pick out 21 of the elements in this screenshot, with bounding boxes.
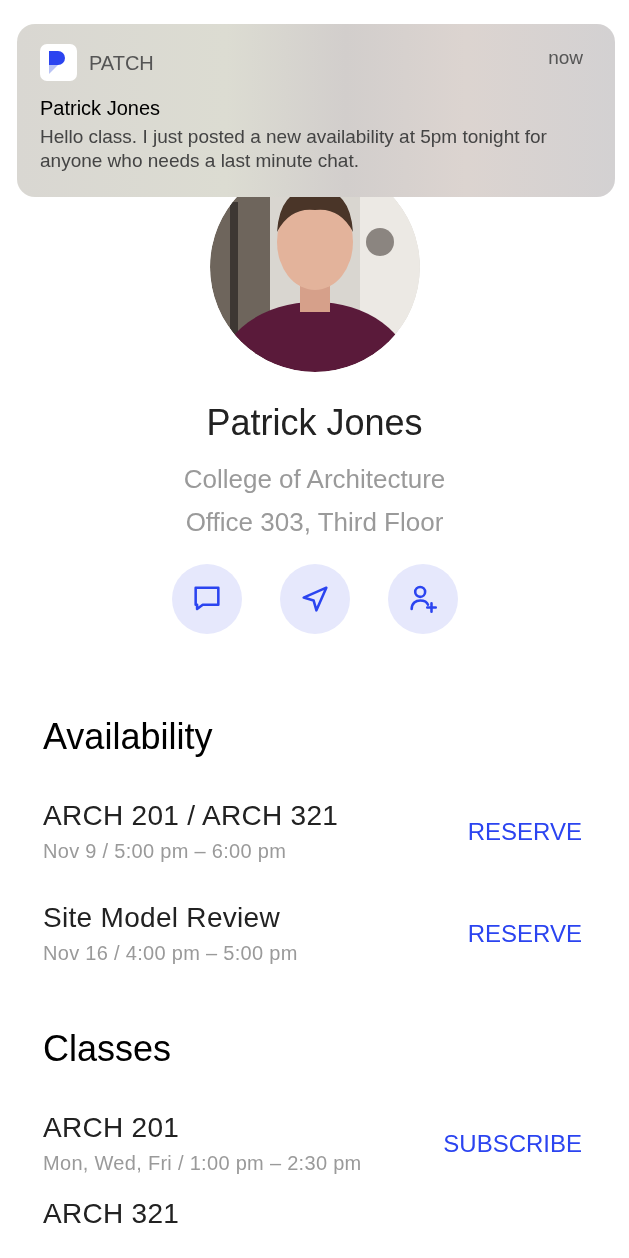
section-heading: Classes bbox=[43, 1027, 173, 1071]
subscribe-button[interactable]: SUBSCRIBE bbox=[443, 1126, 582, 1162]
notification-card[interactable]: PATCH now Patrick Jones Hello class. I just posted a new availability at 5pm tonight for anyone who needs a last minute chat. bbox=[17, 24, 615, 197]
item-schedule: Nov 16 / 4:00 pm – 5:00 pm bbox=[43, 941, 298, 966]
notification-time: now bbox=[548, 46, 583, 70]
item-title: ARCH 201 / ARCH 321 bbox=[43, 799, 339, 833]
app-name: PATCH bbox=[89, 50, 154, 76]
notification-message: Hello class. I just posted a new availability at 5pm tonight for anyone who needs a last minute chat. bbox=[40, 125, 548, 173]
reserve-button[interactable]: RESERVE bbox=[467, 814, 582, 850]
notification-sender: Patrick Jones bbox=[40, 96, 162, 121]
profile-detail: College of Architecture bbox=[183, 463, 446, 496]
profile-detail: Office 303, Third Floor bbox=[185, 506, 444, 539]
app-logo-icon bbox=[40, 44, 77, 81]
item-schedule: Nov 9 / 5:00 pm – 6:00 pm bbox=[43, 839, 288, 864]
item-title: ARCH 321 bbox=[43, 1197, 180, 1231]
item-schedule: Mon, Wed, Fri / 1:00 pm – 2:30 pm bbox=[43, 1151, 362, 1176]
item-title: ARCH 201 bbox=[43, 1111, 181, 1145]
profile-name: Patrick Jones bbox=[206, 401, 423, 445]
reserve-button[interactable]: RESERVE bbox=[467, 916, 582, 952]
item-title: Site Model Review bbox=[43, 901, 281, 935]
section-heading: Availability bbox=[43, 715, 214, 759]
